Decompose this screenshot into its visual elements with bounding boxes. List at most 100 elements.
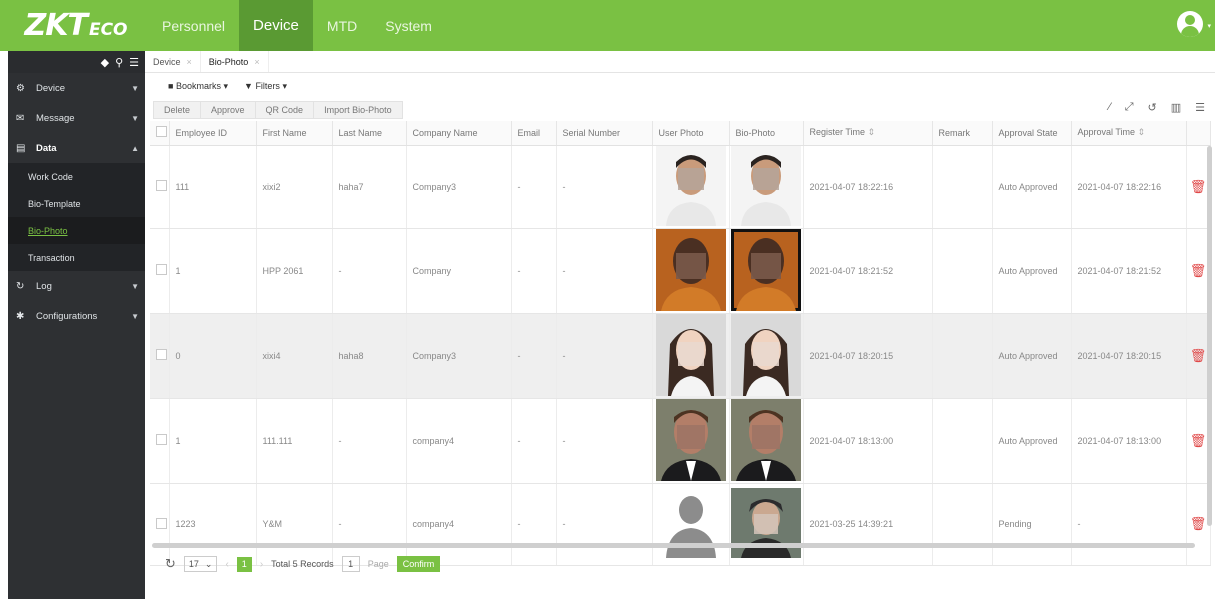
close-icon[interactable]: × — [254, 57, 259, 67]
row-checkbox[interactable] — [150, 313, 170, 399]
col-employee-id[interactable]: Employee ID — [169, 121, 257, 146]
cell-serial-number: - — [556, 483, 653, 566]
sidebar-group-device[interactable]: ⚙ Device ▼ — [8, 73, 145, 103]
user-photo-placeholder[interactable] — [652, 483, 730, 566]
user-menu-caret-icon[interactable]: ▾ — [1207, 22, 1211, 30]
cell-employee-id: 111 — [169, 145, 257, 229]
search-icon[interactable]: ⚲ — [115, 56, 123, 69]
user-photo[interactable] — [652, 398, 730, 484]
bio-photo[interactable] — [729, 398, 804, 484]
prev-page-icon[interactable]: ‹ — [225, 559, 228, 570]
cell-last-name: haha7 — [332, 145, 407, 229]
sidebar-item-bio-template[interactable]: Bio-Template — [8, 190, 145, 217]
filters-dropdown[interactable]: ▼ Filters ▾ — [244, 81, 287, 92]
select-all-checkbox[interactable] — [150, 121, 170, 146]
bio-photo[interactable] — [729, 313, 804, 399]
user-avatar-icon[interactable] — [1177, 11, 1203, 37]
col-user-photo[interactable]: User Photo — [652, 121, 730, 146]
row-checkbox[interactable] — [150, 483, 170, 566]
user-photo[interactable] — [652, 228, 730, 314]
table-row[interactable]: 0 xixi4 haha8 Company3 - - 2021-04-07 18… — [150, 313, 1211, 399]
sidebar-group-log[interactable]: ↻ Log ▼ — [8, 271, 145, 301]
sidebar-group-label: Configurations — [36, 310, 98, 322]
bio-photo[interactable] — [729, 145, 804, 229]
col-company-name[interactable]: Company Name — [406, 121, 512, 146]
logo-text-small: ECO — [88, 19, 128, 40]
bookmarks-dropdown[interactable]: ■ Bookmarks ▾ — [168, 81, 228, 92]
bookmarks-label: Bookmarks — [175, 80, 221, 91]
page-size-select[interactable]: 17 ⌄ — [183, 556, 218, 572]
confirm-button[interactable]: Confirm — [396, 556, 441, 572]
tab-bio-photo[interactable]: Bio-Photo × — [201, 51, 269, 72]
cell-approval-state: Auto Approved — [992, 398, 1072, 484]
user-photo[interactable] — [652, 313, 730, 399]
current-page[interactable]: 1 — [236, 556, 252, 572]
import-bio-photo-button[interactable]: Import Bio-Photo — [313, 101, 403, 119]
sidebar-item-transaction[interactable]: Transaction — [8, 244, 145, 271]
vertical-scrollbar[interactable] — [1207, 146, 1212, 526]
close-icon[interactable]: × — [187, 57, 192, 67]
row-checkbox[interactable] — [150, 145, 170, 229]
sort-icon[interactable]: ⇕ — [1138, 127, 1146, 137]
chevron-up-icon: ▲ — [131, 143, 139, 153]
sidebar-item-work-code[interactable]: Work Code — [8, 163, 145, 190]
cell-approval-state: Pending — [992, 483, 1072, 566]
col-last-name[interactable]: Last Name — [332, 121, 407, 146]
user-photo[interactable] — [652, 145, 730, 229]
fullscreen-icon[interactable]: ⤢ — [1125, 101, 1134, 114]
col-email[interactable]: Email — [511, 121, 557, 146]
table-row[interactable]: 111 xixi2 haha7 Company3 - - 2021-04-07 … — [150, 145, 1211, 229]
chevron-down-icon: ▼ — [131, 83, 139, 93]
page-input[interactable]: 1 — [341, 556, 360, 572]
col-approval-time[interactable]: Approval Time ⇕ — [1071, 121, 1187, 146]
row-checkbox[interactable] — [150, 398, 170, 484]
sort-icon[interactable]: ⇕ — [868, 127, 876, 137]
table-row[interactable]: 1 111.111 - company4 - - 2021-04-07 18:1… — [150, 398, 1211, 484]
bio-photo[interactable] — [729, 228, 804, 314]
cell-employee-id: 1 — [169, 398, 257, 484]
col-approval-state[interactable]: Approval State — [992, 121, 1072, 146]
tab-label: Bio-Photo — [208, 56, 249, 67]
nav-mtd[interactable]: MTD — [313, 0, 371, 51]
horizontal-scrollbar[interactable] — [152, 543, 1195, 548]
approve-button[interactable]: Approve — [200, 101, 256, 119]
nav-system[interactable]: System — [371, 0, 446, 51]
col-serial-number[interactable]: Serial Number — [556, 121, 653, 146]
zkteco-logo[interactable]: ZKT ECO — [8, 0, 144, 51]
col-first-name[interactable]: First Name — [256, 121, 333, 146]
page-label: Page — [367, 559, 389, 569]
tag-icon[interactable]: ◆ — [101, 56, 109, 69]
sidebar-group-message[interactable]: ✉ Message ▼ — [8, 103, 145, 133]
columns-icon[interactable]: ▥ — [1171, 101, 1181, 114]
qr-code-button[interactable]: QR Code — [254, 101, 315, 119]
cell-serial-number: - — [556, 398, 653, 484]
col-bio-photo[interactable]: Bio-Photo — [729, 121, 804, 146]
col-label: Register Time — [809, 127, 866, 138]
sidebar-group-data[interactable]: ▤ Data ▲ — [8, 133, 145, 163]
col-register-time[interactable]: Register Time ⇕ — [803, 121, 933, 146]
table-row[interactable]: 1 HPP 2061 - Company - - 2021-04-07 18:2… — [150, 228, 1211, 314]
tab-device[interactable]: Device × — [145, 51, 201, 72]
sidebar-group-configurations[interactable]: ✱ Configurations ▼ — [8, 301, 145, 331]
nav-device[interactable]: Device — [239, 0, 313, 51]
table-tools: ⁄ ⤢ ↺ ▥ ☰ — [1109, 101, 1205, 114]
table-row[interactable]: 1223 Y&M - company4 - - 2021-03-25 14:39… — [150, 483, 1211, 566]
delete-button[interactable]: Delete — [153, 101, 202, 119]
refresh-icon[interactable]: ↺ — [1148, 101, 1157, 114]
cell-remark — [932, 398, 993, 484]
col-remark[interactable]: Remark — [932, 121, 993, 146]
row-checkbox[interactable] — [150, 228, 170, 314]
bio-photo[interactable] — [729, 483, 804, 566]
nav-personnel[interactable]: Personnel — [148, 0, 239, 51]
cell-register-time: 2021-04-07 18:22:16 — [803, 145, 933, 229]
cell-serial-number: - — [556, 313, 653, 399]
settings-icon[interactable]: ☰ — [1195, 101, 1205, 114]
configurations-icon: ✱ — [16, 310, 25, 322]
sidebar-item-bio-photo[interactable]: Bio-Photo — [8, 217, 145, 244]
cell-first-name: xixi2 — [256, 145, 333, 229]
refresh-icon[interactable]: ↻ — [165, 556, 176, 572]
next-page-icon[interactable]: › — [260, 559, 263, 570]
clear-filter-icon[interactable]: ⁄ — [1109, 101, 1111, 114]
filter-icon: ▼ — [244, 80, 253, 91]
list-icon[interactable]: ☰ — [129, 56, 139, 69]
